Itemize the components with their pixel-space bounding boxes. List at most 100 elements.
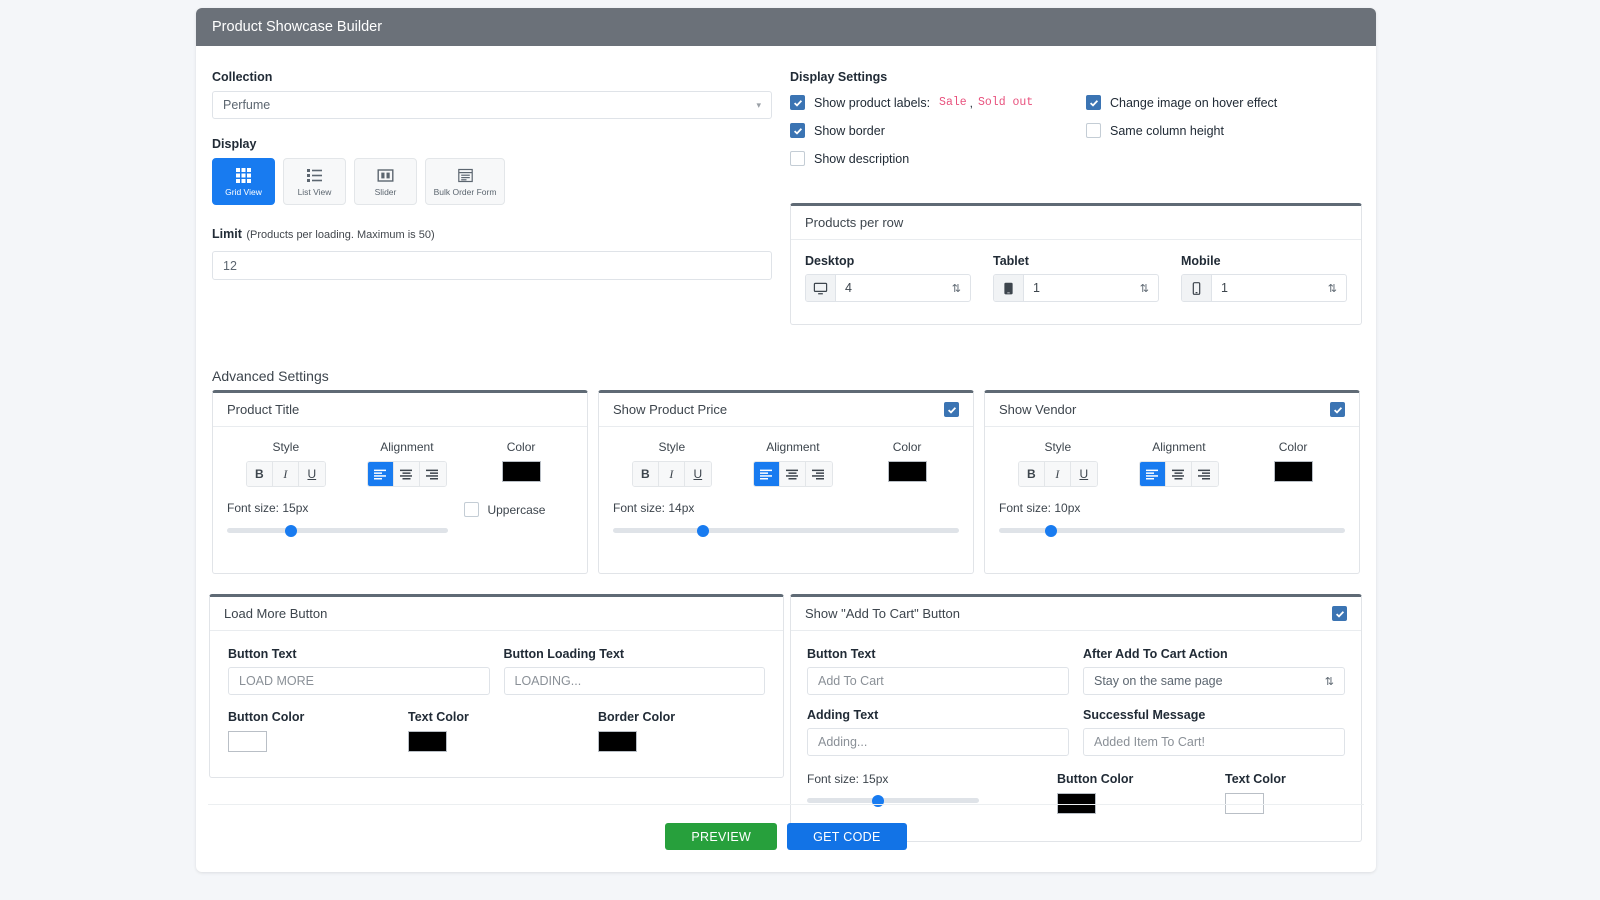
- stepper-icon[interactable]: ⇅: [1328, 275, 1346, 301]
- products-per-row-header: Products per row: [791, 206, 1361, 240]
- alignment-heading: Alignment: [1117, 440, 1242, 454]
- italic-button[interactable]: I: [1045, 462, 1071, 486]
- atc-button-text-group: Button Text Add To Cart: [807, 647, 1069, 695]
- bold-button[interactable]: B: [247, 462, 273, 486]
- advanced-cards: Product Title Style B I U: [212, 390, 1360, 574]
- color-swatch[interactable]: [502, 461, 541, 482]
- text-color-label: Text Color: [1225, 772, 1286, 786]
- align-left-icon[interactable]: [1140, 462, 1166, 486]
- collection-select[interactable]: Perfume ▾: [212, 91, 772, 119]
- bold-button[interactable]: B: [1019, 462, 1045, 486]
- mobile-select[interactable]: 1 ⇅: [1181, 274, 1347, 302]
- form-icon: [457, 167, 474, 184]
- font-size-slider[interactable]: [999, 528, 1345, 533]
- atc-success-message-group: Successful Message Added Item To Cart!: [1083, 708, 1345, 756]
- style-heading: Style: [613, 440, 731, 454]
- text-color-swatch[interactable]: [408, 731, 447, 752]
- after-action-value: Stay on the same page: [1094, 674, 1223, 688]
- color-section: Color: [469, 440, 573, 487]
- align-right-icon[interactable]: [1192, 462, 1218, 486]
- get-code-button[interactable]: GET CODE: [787, 823, 906, 850]
- success-message-value: Added Item To Cart!: [1094, 735, 1205, 749]
- underline-button[interactable]: U: [1071, 462, 1097, 486]
- checkbox-uppercase[interactable]: Uppercase: [464, 502, 573, 517]
- button-text-input[interactable]: LOAD MORE: [228, 667, 490, 695]
- color-heading: Color: [469, 440, 573, 454]
- button-text-label: Button Text: [228, 647, 490, 661]
- italic-button[interactable]: I: [273, 462, 299, 486]
- alignment-section: Alignment: [1117, 440, 1242, 487]
- style-heading: Style: [999, 440, 1117, 454]
- stepper-icon[interactable]: ⇅: [1325, 675, 1334, 688]
- underline-button[interactable]: U: [685, 462, 711, 486]
- advanced-settings-title: Advanced Settings: [212, 368, 1360, 384]
- display-option-grid-view[interactable]: Grid View: [212, 158, 275, 205]
- bold-button[interactable]: B: [633, 462, 659, 486]
- loading-text-input[interactable]: LOADING...: [504, 667, 766, 695]
- card-enable-checkbox[interactable]: [1332, 606, 1347, 621]
- align-left-icon[interactable]: [368, 462, 394, 486]
- italic-button[interactable]: I: [659, 462, 685, 486]
- products-per-row-desktop: Desktop 4 ⇅: [805, 254, 971, 302]
- style-button-group: B I U: [1018, 461, 1098, 487]
- adding-text-value: Adding...: [818, 735, 867, 749]
- preview-button[interactable]: PREVIEW: [665, 823, 777, 850]
- font-size-slider[interactable]: [227, 528, 448, 533]
- card-load-more-button: Load More Button Button Text LOAD MORE B…: [209, 594, 784, 778]
- card-enable-checkbox[interactable]: [944, 402, 959, 417]
- desktop-value: 4: [836, 275, 952, 301]
- align-left-icon[interactable]: [754, 462, 780, 486]
- underline-button[interactable]: U: [299, 462, 325, 486]
- display-settings-left: Show product labels: Sale , Sold out Sho…: [790, 95, 1086, 179]
- color-heading: Color: [855, 440, 959, 454]
- display-settings-groups: Show product labels: Sale , Sold out Sho…: [790, 95, 1362, 179]
- slider-knob[interactable]: [1045, 525, 1057, 537]
- color-swatch[interactable]: [888, 461, 927, 482]
- checkbox-change-image-on-hover[interactable]: Change image on hover effect: [1086, 95, 1277, 110]
- stepper-icon[interactable]: ⇅: [1140, 275, 1158, 301]
- color-section: Color: [855, 440, 959, 487]
- tablet-select[interactable]: 1 ⇅: [993, 274, 1159, 302]
- slider-knob[interactable]: [285, 525, 297, 537]
- checkbox-show-product-labels[interactable]: Show product labels: Sale , Sold out: [790, 95, 1086, 110]
- card-enable-checkbox[interactable]: [1330, 402, 1345, 417]
- display-option-bulk-order-form[interactable]: Bulk Order Form: [425, 158, 505, 205]
- border-color-swatch[interactable]: [598, 731, 637, 752]
- alignment-heading: Alignment: [731, 440, 856, 454]
- alignment-section: Alignment: [731, 440, 856, 487]
- mobile-value: 1: [1212, 275, 1328, 301]
- card-show-vendor: Show Vendor Style B I: [984, 390, 1360, 574]
- checkbox-same-column-height[interactable]: Same column height: [1086, 123, 1277, 138]
- font-size-slider[interactable]: [807, 798, 979, 803]
- stepper-icon[interactable]: ⇅: [952, 275, 970, 301]
- font-size-slider[interactable]: [613, 528, 959, 533]
- load-more-button-text-group: Button Text LOAD MORE: [228, 647, 490, 695]
- mobile-label: Mobile: [1181, 254, 1347, 268]
- checkbox-show-border[interactable]: Show border: [790, 123, 1086, 138]
- align-center-icon[interactable]: [394, 462, 420, 486]
- slider-knob[interactable]: [697, 525, 709, 537]
- align-right-icon[interactable]: [420, 462, 446, 486]
- align-right-icon[interactable]: [806, 462, 832, 486]
- color-swatch[interactable]: [1274, 461, 1313, 482]
- label-tag-sale: Sale: [939, 96, 967, 109]
- limit-input[interactable]: 12: [212, 251, 772, 280]
- after-action-select[interactable]: Stay on the same page ⇅: [1083, 667, 1345, 695]
- success-message-input[interactable]: Added Item To Cart!: [1083, 728, 1345, 756]
- checkbox-show-description[interactable]: Show description: [790, 151, 1086, 166]
- align-center-icon[interactable]: [780, 462, 806, 486]
- display-option-list-view[interactable]: List View: [283, 158, 346, 205]
- card-body: Button Text LOAD MORE Button Loading Tex…: [210, 631, 783, 777]
- grid-icon: [235, 167, 252, 184]
- title-bar: Product Showcase Builder: [196, 8, 1376, 46]
- align-center-icon[interactable]: [1166, 462, 1192, 486]
- chevron-down-icon: ▾: [756, 100, 761, 111]
- button-text-input[interactable]: Add To Cart: [807, 667, 1069, 695]
- checkbox-box: [790, 151, 805, 166]
- display-option-slider[interactable]: Slider: [354, 158, 417, 205]
- display-option-label: Slider: [375, 187, 397, 197]
- button-color-swatch[interactable]: [228, 731, 267, 752]
- desktop-select[interactable]: 4 ⇅: [805, 274, 971, 302]
- card-product-title: Product Title Style B I U: [212, 390, 588, 574]
- adding-text-input[interactable]: Adding...: [807, 728, 1069, 756]
